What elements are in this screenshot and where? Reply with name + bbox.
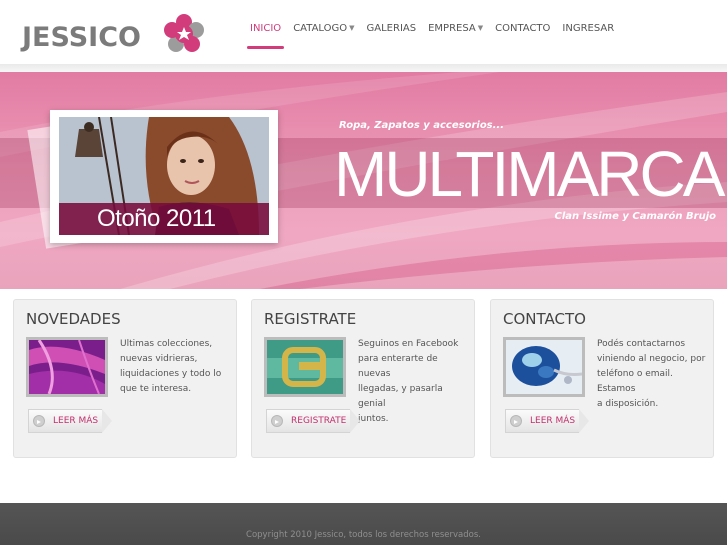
box-thumbnail[interactable] <box>503 337 585 397</box>
text-line: nuevas vidrieras, <box>120 354 198 364</box>
leer-mas-button[interactable]: LEER MÁS <box>28 409 113 433</box>
text-line: juntos. <box>358 414 389 424</box>
banner-subline: Clan Issime y Camarón Brujo <box>554 211 716 222</box>
button-body: LEER MÁS <box>28 409 103 433</box>
box-registrate: REGISTRATE Seguinos en Facebook para ent… <box>251 299 475 458</box>
button-body: LEER MÁS <box>505 409 580 433</box>
nav-item-label: GALERIAS <box>366 23 417 34</box>
text-line: teléfono o email. Estamos <box>597 369 673 394</box>
text-line: llegadas, y pasarla genial <box>358 384 443 409</box>
button-label: LEER MÁS <box>53 416 99 426</box>
button-arrow-tip <box>102 409 113 433</box>
button-arrow-tip <box>579 409 590 433</box>
nav-item-inicio[interactable]: INICIO <box>244 0 287 52</box>
leer-mas-button[interactable]: LEER MÁS <box>505 409 590 433</box>
site-footer: Copyright 2010 Jessico, todos los derech… <box>0 503 727 545</box>
photo-image: Otoño 2011 <box>59 117 269 235</box>
text-line: Ultimas colecciones, <box>120 339 213 349</box>
hero-banner[interactable]: Otoño 2011 Ropa, Zapatos y accesorios...… <box>0 72 727 289</box>
flower-star-logo-icon <box>164 14 204 52</box>
nav-item-catalogo[interactable]: CATALOGO ▼ <box>287 0 360 52</box>
photo-caption-bar: Otoño 2011 <box>59 203 269 235</box>
box-thumbnail[interactable] <box>264 337 346 397</box>
nav-item-contacto[interactable]: CONTACTO <box>489 0 556 52</box>
logo-text: JESSICO <box>22 22 141 53</box>
button-label: LEER MÁS <box>530 416 576 426</box>
registrate-button[interactable]: REGISTRATE <box>266 409 361 433</box>
text-line: Podés contactarnos <box>597 339 686 349</box>
header-divider <box>0 64 727 72</box>
box-description: Podés contactarnos viniendo al negocio, … <box>597 337 709 412</box>
text-line: Seguinos en Facebook <box>358 339 459 349</box>
nav-item-label: CATALOGO <box>293 23 348 34</box>
text-line: a disposición. <box>597 399 659 409</box>
button-arrow-tip <box>350 409 361 433</box>
box-thumbnail[interactable] <box>26 337 108 397</box>
photo-caption: Otoño 2011 <box>97 205 216 232</box>
button-body: REGISTRATE <box>266 409 351 433</box>
arrow-right-circle-icon <box>271 415 283 427</box>
box-description: Seguinos en Facebook para enterarte de n… <box>358 337 470 427</box>
nav-item-label: INICIO <box>250 23 282 34</box>
nav-item-label: EMPRESA <box>428 23 476 34</box>
caret-down-icon: ▼ <box>477 24 484 32</box>
arrow-right-circle-icon <box>510 415 522 427</box>
nav-item-empresa[interactable]: EMPRESA ▼ <box>422 0 489 52</box>
main-nav: INICIO CATALOGO ▼ GALERIAS EMPRESA ▼ CONTA… <box>244 0 620 52</box>
buckle-thumbnail-image <box>267 340 343 394</box>
caret-down-icon: ▼ <box>349 24 355 32</box>
text-line: viniendo al negocio, por <box>597 354 706 364</box>
text-line: que te interesa. <box>120 384 192 394</box>
box-contacto: CONTACTO Podés contactarnos viniendo al … <box>490 299 714 458</box>
box-novedades: NOVEDADES Ultimas colecciones, nuevas vi… <box>13 299 237 458</box>
jewelry-thumbnail-image <box>506 340 583 394</box>
site-header: JESSICO INICIO CATALOGO ▼ GALERIAS EMPRES… <box>0 0 727 64</box>
featured-photo: Otoño 2011 <box>50 110 278 243</box>
banner-title: MULTIMARCA <box>334 138 725 210</box>
text-line: liquidaciones y todo lo <box>120 369 222 379</box>
nav-item-galerias[interactable]: GALERIAS <box>361 0 423 52</box>
button-label: REGISTRATE <box>291 416 347 426</box>
nav-item-ingresar[interactable]: INGRESAR <box>556 0 620 52</box>
box-title: CONTACTO <box>503 310 586 328</box>
copyright-text: Copyright 2010 Jessico, todos los derech… <box>246 530 481 540</box>
text-line: para enterarte de nuevas <box>358 354 438 379</box>
banner-tagline: Ropa, Zapatos y accesorios... <box>339 120 505 131</box>
box-title: REGISTRATE <box>264 310 357 328</box>
box-description: Ultimas colecciones, nuevas vidrieras, l… <box>120 337 232 397</box>
fabric-thumbnail-image <box>29 339 105 395</box>
nav-item-label: CONTACTO <box>495 23 551 34</box>
box-title: NOVEDADES <box>26 310 121 328</box>
nav-item-label: INGRESAR <box>562 23 615 34</box>
logo[interactable]: JESSICO <box>18 8 208 60</box>
arrow-right-circle-icon <box>33 415 45 427</box>
